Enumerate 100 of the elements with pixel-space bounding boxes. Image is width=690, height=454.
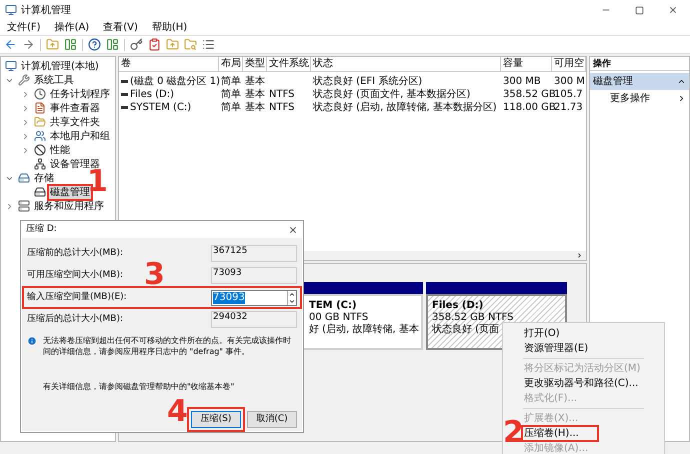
table-cell: 105.7 <box>554 88 583 100</box>
table-cell: 300 M <box>554 76 585 88</box>
action-link[interactable]: 更多操作 <box>610 90 650 106</box>
step-number: 3 <box>144 260 165 290</box>
column-header[interactable]: 状态 <box>311 57 501 71</box>
scroll-right-icon[interactable] <box>576 252 583 259</box>
expand-chevron-icon[interactable] <box>21 104 30 112</box>
dialog-title: 压缩 D: <box>26 222 57 236</box>
section-title: 磁盘管理 <box>593 75 633 89</box>
dialog-button[interactable]: 取消(C) <box>247 411 297 428</box>
field-label: 压缩前的总计大小(MB): <box>27 246 123 260</box>
tree-item[interactable]: 任务计划程序 <box>49 88 111 100</box>
checklist-icon[interactable] <box>148 38 161 51</box>
menu-item[interactable]: 打开(O) <box>523 327 561 340</box>
menu-item[interactable]: 帮助(H) <box>152 20 188 35</box>
key-icon[interactable] <box>130 38 143 51</box>
partition-name: TEM (C:) <box>309 300 358 312</box>
menu-item[interactable]: 更改驱动器号和路径(C)... <box>523 377 640 390</box>
tree-item[interactable]: 系统工具 <box>33 74 75 86</box>
app-icon <box>5 4 17 16</box>
field-label: 可用压缩空间大小(MB): <box>27 268 123 282</box>
partition-name: Files (D:) <box>432 300 484 312</box>
column-header[interactable]: 卷 <box>119 57 219 71</box>
column-header[interactable]: 可用空 <box>552 57 586 71</box>
close-icon[interactable] <box>288 224 298 234</box>
help-text: 有关详细信息，请参阅磁盘管理帮助中的"收缩基本卷" <box>43 381 236 392</box>
table-cell: NTFS <box>269 102 295 114</box>
readonly-field: 73093 <box>211 267 297 284</box>
menu-item[interactable]: 文件(F) <box>7 20 41 35</box>
menu-item[interactable]: 操作(A) <box>54 20 90 35</box>
expand-chevron-icon[interactable] <box>21 118 30 126</box>
field-value: 73093 <box>213 292 245 304</box>
tree-item[interactable]: 本地用户和组 <box>49 130 111 142</box>
table-cell: 状态良好 (启动, 故障转储, 基本数据分区) <box>313 102 497 114</box>
actions-section-bar[interactable]: 磁盘管理 <box>590 73 689 90</box>
drive-icon <box>121 80 128 83</box>
partition-status: 状态良好 (页面 <box>432 324 500 336</box>
table-cell: Files (D:) <box>130 88 174 100</box>
drive-icon <box>121 93 128 96</box>
help-icon[interactable] <box>88 38 101 51</box>
storage-icon <box>18 172 30 184</box>
table-cell: 基本 <box>245 88 265 100</box>
tree-item[interactable]: 计算机管理(本地) <box>20 60 100 72</box>
maximize-icon[interactable] <box>635 6 644 14</box>
close-icon[interactable] <box>668 5 678 15</box>
spin-down-icon[interactable] <box>288 298 296 304</box>
tree-item[interactable]: 共享文件夹 <box>49 116 101 128</box>
list-icon[interactable] <box>202 38 215 51</box>
menu-item[interactable]: 压缩卷(H)... <box>523 427 597 440</box>
field-label: 压缩后的总计大小(MB): <box>27 312 123 326</box>
table-cell: 基本 <box>245 76 265 88</box>
table-cell: SYSTEM (C:) <box>130 102 192 114</box>
computer-icon <box>5 60 17 72</box>
readonly-field: 367125 <box>211 245 297 262</box>
step-number: 2 <box>503 418 524 448</box>
table-cell: (磁盘 0 磁盘分区 1) <box>130 76 220 88</box>
back-arrow-icon[interactable] <box>4 38 17 51</box>
panel-icon[interactable] <box>106 38 119 51</box>
tree-item[interactable]: 设备管理器 <box>49 158 101 170</box>
partition-size: 358.52 GB NTFS <box>432 312 514 324</box>
step-number: 4 <box>167 397 188 427</box>
table-cell: 300 MB <box>503 76 541 88</box>
column-header[interactable]: 类型 <box>243 57 267 71</box>
clock-icon <box>34 88 46 100</box>
table-cell: 21.73 <box>554 102 583 114</box>
collapse-icon[interactable] <box>677 77 686 86</box>
menu-item[interactable]: 查看(V) <box>103 20 138 35</box>
spin-field[interactable]: 73093 <box>211 290 297 306</box>
table-cell: 状态良好 (页面文件, 基本数据分区) <box>313 88 470 100</box>
info-icon <box>27 336 37 346</box>
table-cell: 简单 <box>221 88 241 100</box>
table-cell: 状态良好 (EFI 系统分区) <box>313 76 422 88</box>
network-icon <box>34 158 46 170</box>
drive-icon <box>34 186 46 198</box>
expand-chevron-icon[interactable] <box>5 202 14 210</box>
column-header[interactable]: 布局 <box>219 57 243 71</box>
table-cell: 118.00 GB <box>503 102 556 114</box>
expand-chevron-icon[interactable] <box>21 90 30 98</box>
tree-item[interactable]: 磁盘管理 <box>49 186 91 198</box>
spin-up-icon[interactable] <box>288 290 296 298</box>
table-cell: NTFS <box>269 88 295 100</box>
table-cell: 基本 <box>245 102 265 114</box>
forward-arrow-icon[interactable] <box>22 38 35 51</box>
wrench-icon <box>18 74 30 86</box>
drive-icon <box>121 106 128 109</box>
panel-icon[interactable] <box>64 38 77 51</box>
tree-item[interactable]: 服务和应用程序 <box>33 200 105 212</box>
tree-item[interactable]: 事件查看器 <box>49 102 101 114</box>
column-header[interactable]: 容量 <box>501 57 552 71</box>
tree-item[interactable]: 存储 <box>33 172 55 184</box>
table-cell: 简单 <box>221 76 241 88</box>
column-header[interactable]: 文件系统 <box>267 57 311 71</box>
users-icon <box>34 130 46 142</box>
expand-chevron-icon[interactable] <box>21 146 30 154</box>
partition-status: 好 (启动, 故障转储, 基本 <box>309 324 419 336</box>
folder-icon <box>34 116 46 128</box>
table-cell: 358.52 GB <box>503 88 556 100</box>
tree-item[interactable]: 性能 <box>49 144 71 156</box>
expand-chevron-icon[interactable] <box>21 132 30 140</box>
server-icon <box>18 200 30 212</box>
